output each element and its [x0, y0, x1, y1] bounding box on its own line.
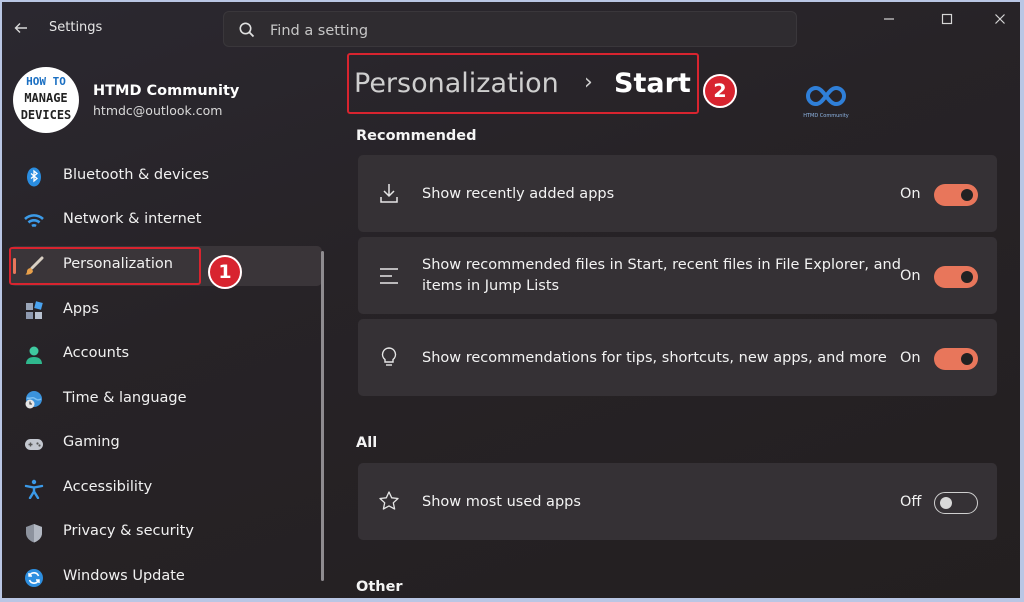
update-icon	[25, 569, 43, 587]
breadcrumb-parent[interactable]: Personalization	[354, 68, 559, 99]
toggle-knob	[961, 271, 973, 283]
toggle-switch[interactable]	[934, 492, 978, 514]
download-icon	[380, 184, 398, 203]
setting-label: Show recently added apps	[422, 186, 615, 202]
sidebar-item-label: Time & language	[63, 390, 187, 406]
toggle-state-label: On	[900, 186, 921, 202]
setting-label-line-1: Show recommended files in Start, recent …	[422, 257, 901, 273]
sidebar-scrollbar[interactable]	[321, 251, 324, 581]
profile-name: HTMD Community	[93, 83, 240, 99]
minimize-icon	[884, 18, 894, 20]
search-icon	[239, 22, 255, 38]
sidebar-item-network[interactable]: Network & internet	[10, 201, 322, 241]
search-box[interactable]	[223, 11, 797, 47]
setting-row-recommendations[interactable]: Show recommendations for tips, shortcuts…	[358, 319, 997, 396]
list-icon	[380, 268, 398, 284]
sidebar-item-label: Network & internet	[63, 211, 202, 227]
toggle-state-label: On	[900, 268, 921, 284]
sidebar-item-windows-update[interactable]: Windows Update	[10, 558, 322, 598]
section-title-other: Other	[356, 579, 403, 595]
sidebar-item-label: Apps	[63, 301, 99, 317]
sidebar-item-label: Privacy & security	[63, 523, 194, 539]
wifi-icon	[24, 214, 44, 228]
sidebar-item-label: Accounts	[63, 345, 130, 361]
toggle-state-label: Off	[900, 494, 922, 510]
htmd-logo: HTMD Community	[802, 84, 850, 124]
breadcrumb-separator: ›	[584, 70, 593, 95]
back-button[interactable]	[10, 17, 32, 39]
back-arrow-icon	[14, 23, 27, 33]
avatar-line-2: MANAGE	[24, 91, 68, 105]
maximize-button[interactable]	[932, 11, 962, 31]
infinity-logo-icon	[806, 85, 846, 107]
star-icon	[379, 491, 399, 510]
setting-label-line-2: items in Jump Lists	[422, 278, 560, 294]
toggle-state-label: On	[900, 350, 921, 366]
person-icon	[26, 346, 42, 364]
page-title: Start	[614, 68, 691, 99]
accessibility-icon	[24, 479, 44, 499]
avatar[interactable]: HOW TO MANAGE DEVICES	[13, 67, 79, 133]
toggle-knob	[940, 496, 952, 509]
callout-badge-2: 2	[703, 74, 737, 108]
sidebar-item-label: Windows Update	[63, 568, 185, 584]
toggle-switch[interactable]	[934, 348, 978, 370]
toggle-switch[interactable]	[934, 184, 978, 206]
setting-row-recently-added[interactable]: Show recently added apps On	[358, 155, 997, 232]
sidebar-item-label: Accessibility	[63, 479, 153, 495]
globe-clock-icon	[25, 391, 42, 409]
maximize-icon	[941, 13, 953, 25]
setting-label: Show most used apps	[422, 494, 581, 510]
toggle-switch[interactable]	[934, 266, 978, 288]
lightbulb-icon	[381, 347, 397, 366]
callout-box-1	[9, 247, 201, 285]
shield-icon	[26, 524, 42, 543]
avatar-line-1: HOW TO	[26, 75, 66, 88]
avatar-line-3: DEVICES	[20, 108, 72, 122]
sidebar-item-bluetooth[interactable]: Bluetooth & devices	[10, 157, 322, 197]
apps-icon	[26, 301, 43, 319]
setting-row-recommended-files[interactable]: Show recommended files in Start, recent …	[358, 237, 997, 314]
setting-row-most-used-apps[interactable]: Show most used apps Off	[358, 463, 997, 540]
settings-window: Settings HOW TO MANAGE DEVICES HTMD Comm…	[2, 2, 1020, 598]
close-icon	[995, 14, 1005, 24]
sidebar-item-accounts[interactable]: Accounts	[10, 335, 322, 375]
sidebar-item-accessibility[interactable]: Accessibility	[10, 469, 322, 509]
toggle-knob	[961, 189, 973, 201]
callout-badge-1: 1	[208, 255, 242, 289]
setting-label: Show recommendations for tips, shortcuts…	[422, 350, 887, 366]
minimize-button[interactable]	[874, 11, 904, 31]
profile-email: htmdc@outlook.com	[93, 103, 223, 118]
sidebar-item-time-language[interactable]: Time & language	[10, 380, 322, 420]
sidebar-item-privacy[interactable]: Privacy & security	[10, 513, 322, 553]
section-title-recommended: Recommended	[356, 128, 477, 144]
toggle-knob	[961, 353, 973, 365]
setting-label-block: Show recommended files in Start, recent …	[422, 255, 901, 297]
close-button[interactable]	[985, 11, 1015, 31]
bluetooth-icon	[27, 167, 41, 187]
sidebar-item-gaming[interactable]: Gaming	[10, 424, 322, 464]
sidebar-item-label: Gaming	[63, 434, 120, 450]
gamepad-icon	[25, 439, 43, 450]
logo-caption: HTMD Community	[803, 113, 849, 119]
app-title: Settings	[49, 20, 103, 35]
sidebar-item-label: Bluetooth & devices	[63, 167, 210, 183]
sidebar-item-apps[interactable]: Apps	[10, 291, 322, 331]
search-input[interactable]	[268, 19, 772, 43]
section-title-all: All	[356, 435, 378, 451]
